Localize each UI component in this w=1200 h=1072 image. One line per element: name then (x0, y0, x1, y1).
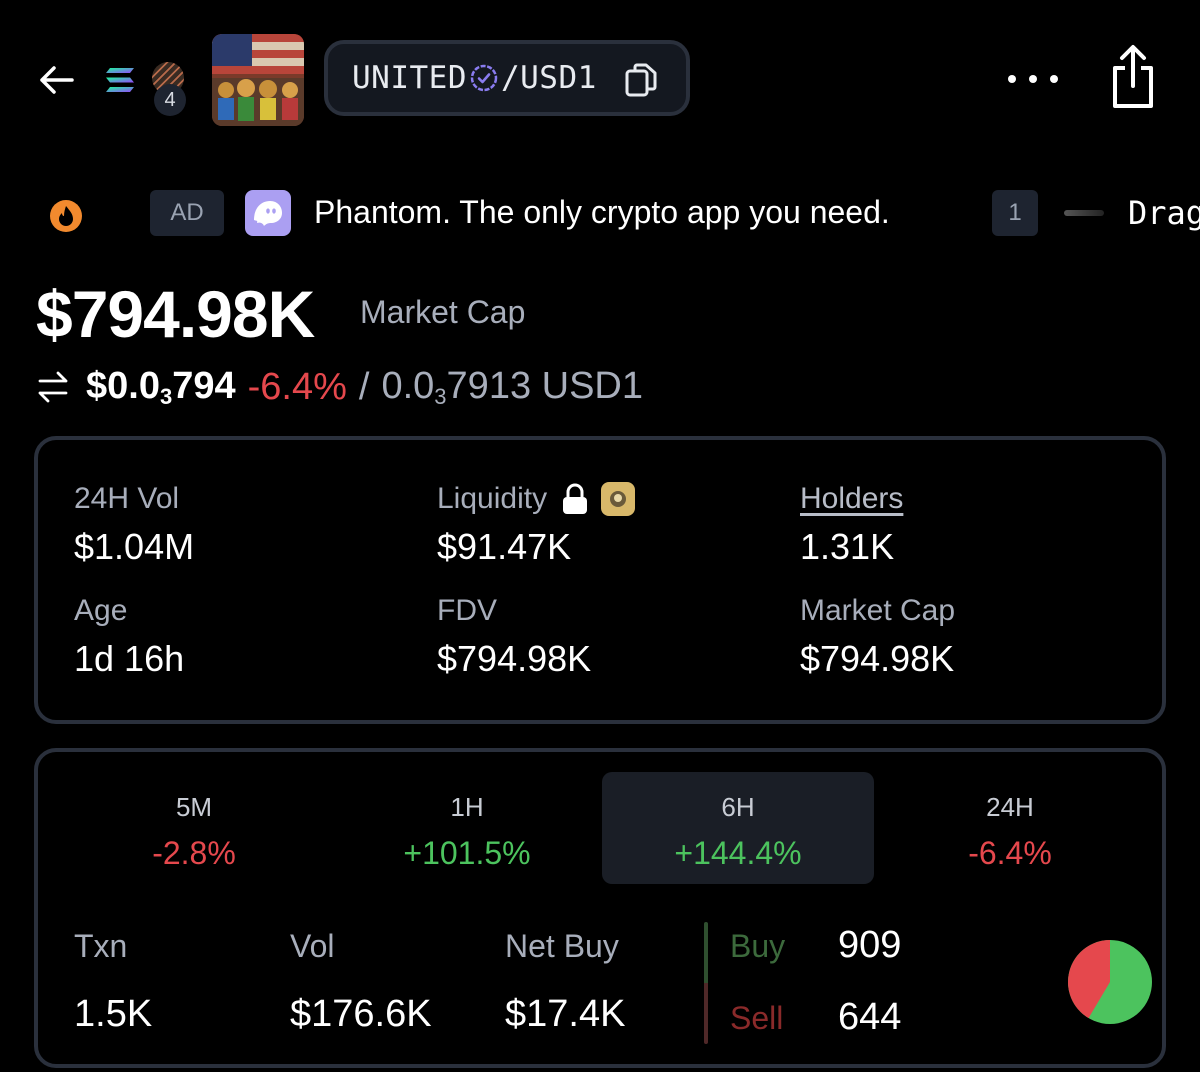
tab-change: +144.4% (674, 835, 802, 871)
sell-label: Sell (730, 1000, 784, 1036)
stat-label: FDV (437, 594, 497, 627)
txn-count: Txn 1.5K (74, 928, 152, 1036)
ad-text[interactable]: Phantom. The only crypto app you need. (314, 194, 890, 231)
tab-24h[interactable]: 24H -6.4% (874, 772, 1146, 884)
more-button[interactable] (1008, 64, 1058, 94)
vol-value: $176.6K (290, 993, 432, 1035)
stat-value: 1.31K (800, 526, 895, 567)
stat-label: Market Cap (800, 594, 956, 627)
fire-icon[interactable] (46, 194, 86, 234)
swap-icon[interactable] (36, 370, 70, 404)
header: 4 UNITED /USD1 (0, 0, 1200, 160)
tab-label: 5M (175, 792, 213, 822)
stat-liquidity: Liquidity $91.47K (437, 482, 636, 568)
buy-sell-pie-icon (1068, 940, 1152, 1024)
stat-value: 1d 16h (74, 638, 185, 679)
vol-label: Vol (290, 928, 335, 964)
back-arrow-icon (40, 66, 74, 94)
tab-5m[interactable]: 5M -2.8% (58, 772, 330, 884)
netbuy-value: $17.4K (505, 993, 626, 1035)
market-cap-value: $794.98K (36, 277, 315, 351)
stat-fdv: FDV $794.98K (437, 594, 591, 680)
tab-change: +101.5% (403, 835, 531, 871)
pair-name-pill[interactable]: UNITED /USD1 (324, 40, 690, 116)
txn-value: 1.5K (74, 993, 153, 1035)
pair-base: UNITED (352, 60, 467, 96)
tab-change: -2.8% (152, 835, 236, 871)
dex-count: 4 (154, 84, 186, 116)
tab-change: -6.4% (968, 835, 1052, 871)
tab-6h[interactable]: 6H +144.4% (602, 772, 874, 884)
txn-label: Txn (74, 928, 128, 964)
sell-value: 644 (838, 996, 902, 1038)
stat-24h-vol: 24H Vol $1.04M (74, 482, 194, 568)
trending-ticker: AD Phantom. The only crypto app you need… (0, 186, 1200, 242)
holders-link[interactable]: Holders (800, 482, 903, 516)
verified-icon (470, 64, 498, 92)
price-change: -6.4% (247, 365, 347, 408)
timeframe-card: 5M -2.8% 1H +101.5% 6H +144.4% 24H -6.4%… (34, 748, 1166, 1068)
stats-card: 24H Vol $1.04M Liquidity $91.47K Holders… (34, 436, 1166, 724)
locker-icon[interactable] (601, 482, 636, 516)
ad-badge: AD (150, 190, 224, 236)
back-button[interactable] (34, 58, 78, 102)
txn-volume: Vol $176.6K (290, 928, 432, 1036)
price-row: $0.03794 -6.4% / 0.037913 USD1 (36, 362, 643, 412)
lock-icon[interactable] (561, 483, 589, 515)
token-avatar (212, 34, 304, 126)
stat-value: $91.47K (437, 526, 572, 567)
buy-sell-divider (704, 922, 708, 1044)
tab-label: 6H (721, 792, 755, 822)
rank-badge: 1 (992, 190, 1038, 236)
stat-value: $794.98K (437, 638, 592, 679)
stat-label: 24H Vol (74, 482, 180, 515)
price-usd: $0.03794 (86, 364, 236, 409)
buy-label: Buy (730, 928, 786, 964)
netbuy-label: Net Buy (505, 928, 619, 964)
pair-quote: /USD1 (500, 60, 597, 96)
buy-value: 909 (838, 924, 902, 966)
txn-net-buy: Net Buy $17.4K (505, 928, 625, 1036)
stat-value: $794.98K (800, 638, 955, 679)
stat-market-cap: Market Cap $794.98K (800, 594, 955, 680)
price-separator: / (358, 365, 370, 408)
market-cap-label: Market Cap (360, 294, 526, 330)
price-native: 0.037913 USD1 (381, 364, 644, 409)
stat-age: Age 1d 16h (74, 594, 184, 680)
next-ticker-item[interactable]: Drag (1128, 194, 1200, 232)
phantom-icon[interactable] (245, 190, 291, 236)
solana-icon[interactable] (104, 66, 136, 94)
more-icon (1008, 75, 1016, 83)
stat-holders: Holders 1.31K (800, 482, 903, 568)
stat-label: Liquidity (437, 482, 636, 516)
stat-label: Age (74, 594, 128, 627)
next-token-logo (1064, 210, 1104, 216)
copy-icon[interactable] (624, 62, 658, 98)
tab-label: 1H (450, 792, 484, 822)
tab-1h[interactable]: 1H +101.5% (331, 772, 603, 884)
stat-value: $1.04M (74, 526, 195, 567)
tab-label: 24H (986, 792, 1034, 822)
share-icon[interactable] (1108, 44, 1158, 110)
